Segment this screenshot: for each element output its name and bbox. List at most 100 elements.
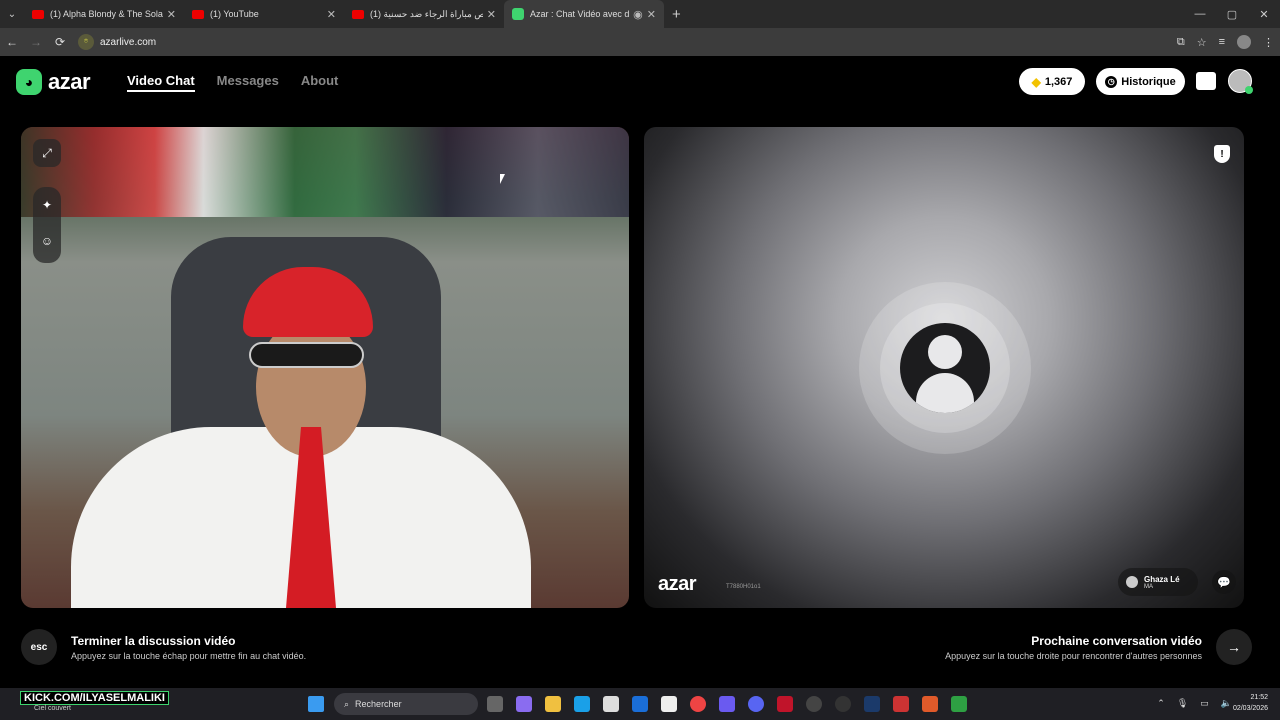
next-chat-title: Prochaine conversation vidéo (1031, 633, 1202, 648)
chrome-icon[interactable] (690, 696, 706, 712)
clock-icon: ◷ (1105, 75, 1118, 88)
bookmark-star-icon[interactable]: ☆ (1197, 36, 1207, 49)
url-field[interactable]: ⌾ azarlive.com (78, 34, 156, 50)
tab-alpha-blondy[interactable]: (1) Alpha Blondy & The Solar S ✕ (24, 0, 184, 28)
taskbar-clock[interactable]: 21:52 02/03/2026 (1233, 692, 1268, 714)
nav-about[interactable]: About (301, 73, 339, 92)
azar-icon (512, 8, 524, 20)
weather-widget[interactable]: Ciel couvert (34, 705, 71, 712)
app-icon-2[interactable] (835, 696, 851, 712)
file-explorer-icon[interactable] (545, 696, 561, 712)
taskbar-search[interactable]: ⌕ Rechercher (334, 693, 478, 715)
tray-chevron-icon[interactable]: ⌃ (1157, 698, 1165, 709)
toolbar-actions: ⧉ ☆ ≡ ⋮ (1177, 28, 1274, 56)
stream-overlay-text: KICK.COM/ILYASELMALIKI (20, 691, 169, 705)
report-shield-icon[interactable]: ! (1214, 145, 1230, 163)
self-video: ⤢ ✦ ☺ (21, 127, 629, 608)
browser-profile-avatar[interactable] (1237, 35, 1251, 49)
maximize-icon[interactable]: ▢ (1216, 0, 1248, 28)
close-icon[interactable]: ✕ (327, 8, 336, 21)
outlook-icon[interactable] (632, 696, 648, 712)
gems-count: 1,367 (1044, 75, 1073, 88)
logo-text: azar (48, 69, 91, 94)
online-status-dot (1245, 86, 1253, 94)
network-icon[interactable]: ▭ (1200, 698, 1209, 709)
close-icon[interactable]: ✕ (647, 8, 656, 21)
peer-person-icon (1126, 576, 1138, 588)
time: 21:52 (1250, 694, 1268, 701)
esc-button[interactable]: esc (21, 629, 57, 665)
tab-title: (1) ملخص مباراة الرجاء ضد حسنية (370, 8, 483, 19)
record-icon: ◉ (633, 8, 643, 21)
profile-avatar[interactable] (1228, 69, 1253, 94)
search-placeholder: Rechercher (355, 699, 402, 709)
mouse-cursor (500, 174, 508, 184)
new-tab-button[interactable]: + (672, 6, 681, 23)
magic-wand-icon[interactable]: ✦ (33, 191, 61, 219)
close-icon[interactable]: ✕ (487, 8, 496, 21)
end-chat-subtitle: Appuyez sur la touche échap pour mettre … (71, 650, 307, 661)
task-view-icon[interactable] (487, 696, 503, 712)
app-icon-5[interactable] (951, 696, 967, 712)
install-app-icon[interactable]: ⧉ (1177, 36, 1185, 49)
youtube-icon (32, 9, 44, 19)
session-code: T7880H01o1 (726, 584, 761, 590)
next-arrow-button[interactable]: → (1216, 629, 1252, 665)
sticker-icon[interactable]: ☺ (33, 227, 61, 255)
end-chat-title: Terminer la discussion vidéo (71, 633, 236, 648)
forward-icon[interactable]: → (24, 35, 48, 49)
copilot-icon[interactable] (516, 696, 532, 712)
reload-icon[interactable]: ⟳ (48, 35, 72, 49)
microphone-icon[interactable]: 🎙 (1177, 698, 1188, 709)
azar-logo-icon: ◕ (16, 69, 42, 95)
end-chat-text: Terminer la discussion vidéo Appuyez sur… (71, 634, 306, 661)
youtube-icon (192, 9, 204, 19)
peer-name: Ghaza Lé (1144, 574, 1180, 584)
address-bar-row: ← → ⟳ ⌾ azarlive.com ⧉ ☆ ≡ ⋮ (0, 28, 1280, 56)
window-controls: — ▢ ✕ (1184, 0, 1280, 28)
peer-placeholder-avatar (900, 323, 990, 413)
taskbar-apps (487, 696, 967, 712)
close-icon[interactable]: ✕ (167, 8, 176, 21)
edge-icon[interactable] (574, 696, 590, 712)
minimize-icon[interactable]: — (1184, 0, 1216, 28)
store-app-icon[interactable] (603, 696, 619, 712)
tab-search-button[interactable]: ⌄ (0, 0, 24, 28)
avatar-body (916, 373, 974, 413)
gem-icon: ◆ (1031, 74, 1041, 89)
tab-title: Azar : Chat Vidéo avec de (530, 9, 630, 19)
search-icon: ⌕ (344, 698, 350, 709)
nav-video-chat[interactable]: Video Chat (127, 73, 195, 92)
next-chat-text: Prochaine conversation vidéo Appuyez sur… (945, 634, 1202, 661)
peer-video: ! azar T7880H01o1 Ghaza Lé MA 💬 (644, 127, 1244, 608)
nav-messages[interactable]: Messages (217, 73, 279, 92)
back-icon[interactable]: ← (0, 35, 24, 49)
volume-icon[interactable]: 🔈 (1221, 698, 1232, 709)
expand-icon[interactable]: ⤢ (33, 139, 61, 167)
background-jerseys (21, 127, 629, 217)
discord-icon[interactable] (748, 696, 764, 712)
site-info-icon[interactable]: ⌾ (78, 34, 94, 50)
history-button[interactable]: ◷ Historique (1096, 68, 1185, 95)
tab-azar[interactable]: Azar : Chat Vidéo avec de ◉ ✕ (504, 0, 664, 28)
media-control-icon[interactable]: ≡ (1219, 36, 1225, 48)
url-text: azarlive.com (100, 36, 157, 48)
peer-info-chip[interactable]: Ghaza Lé MA (1118, 568, 1198, 596)
menu-kebab-icon[interactable]: ⋮ (1263, 36, 1274, 49)
azar-logo[interactable]: ◕ azar (16, 69, 91, 95)
adobe-icon[interactable] (777, 696, 793, 712)
game-icon[interactable] (719, 696, 735, 712)
obs-icon[interactable] (806, 696, 822, 712)
steam-icon[interactable] (864, 696, 880, 712)
history-label: Historique (1121, 75, 1176, 88)
app-icon[interactable] (661, 696, 677, 712)
app-icon-3[interactable] (893, 696, 909, 712)
close-window-icon[interactable]: ✕ (1248, 0, 1280, 28)
app-icon-4[interactable] (922, 696, 938, 712)
gems-button[interactable]: ◆ 1,367 (1019, 68, 1085, 95)
tab-match-summary[interactable]: (1) ملخص مباراة الرجاء ضد حسنية ✕ (344, 0, 504, 28)
store-icon[interactable] (1196, 72, 1216, 90)
windows-start-icon[interactable] (308, 696, 324, 712)
tab-youtube[interactable]: (1) YouTube ✕ (184, 0, 344, 28)
chat-bubble-icon[interactable]: 💬 (1212, 570, 1236, 594)
